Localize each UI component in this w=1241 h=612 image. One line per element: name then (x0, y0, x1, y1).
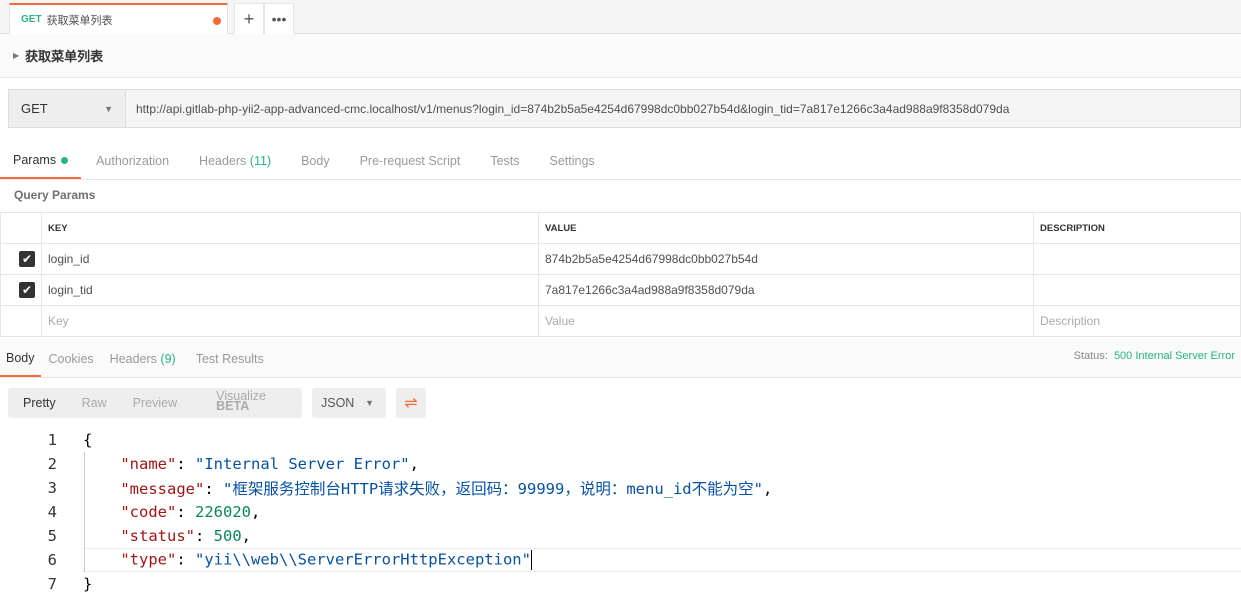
url-input[interactable]: http://api.gitlab-php-yii2-app-advanced-… (126, 90, 1240, 127)
tab-label: Headers (199, 154, 247, 168)
table-row: ✔ login_id 874b2b5a5e4254d67998dc0bb027b… (0, 243, 1241, 275)
status-dot-icon (61, 156, 69, 164)
tab-label: Headers (109, 351, 157, 366)
chevron-down-icon: ▼ (104, 103, 113, 114)
status-label: Status: (1073, 350, 1108, 362)
wrap-icon: ⇌ (404, 395, 418, 412)
tab-settings[interactable]: Settings (535, 143, 610, 179)
beta-badge: BETA (216, 399, 250, 413)
col-description: DESCRIPTION (1033, 212, 1241, 244)
new-tab-button[interactable]: + (234, 3, 264, 34)
checkbox[interactable]: ✔ (19, 251, 35, 267)
text-cursor (530, 550, 532, 570)
chevron-down-icon: ▼ (365, 398, 374, 408)
tab-prerequest-script[interactable]: Pre-request Script (345, 143, 476, 179)
tab-test-results[interactable]: Test Results (184, 340, 272, 377)
param-value[interactable]: 7a817e1266c3a4ad988a9f8358d079da (538, 274, 1034, 306)
request-title: 获取菜单列表 (25, 49, 104, 64)
param-description[interactable] (1033, 274, 1241, 306)
wrap-lines-button[interactable]: ⇌ (396, 388, 426, 418)
tab-tests[interactable]: Tests (475, 143, 534, 179)
method-select[interactable]: GET ▼ (9, 90, 126, 127)
ellipsis-icon: ••• (271, 11, 287, 27)
query-params-label: Query Params (14, 188, 96, 202)
response-tabs: Body Cookies Headers (9) Test Results (0, 340, 1241, 378)
format-value: JSON (321, 396, 355, 410)
request-tabs: Params Authorization Headers (11) Body P… (0, 143, 1241, 180)
param-description[interactable] (1033, 243, 1241, 275)
tab-params[interactable]: Params (0, 143, 82, 179)
code-line: 1{ (47, 431, 93, 449)
request-title-row[interactable]: ▶ 获取菜单列表 (0, 34, 1241, 78)
param-value[interactable]: 874b2b5a5e4254d67998dc0bb027b54d (538, 243, 1034, 275)
tab-method: GET (21, 14, 42, 25)
tab-response-headers[interactable]: Headers (9) (102, 340, 184, 377)
params-table: KEY VALUE DESCRIPTION ✔ login_id 874b2b5… (0, 212, 1241, 337)
view-preview[interactable]: Preview (120, 396, 190, 410)
view-pretty[interactable]: Pretty (8, 396, 69, 410)
response-status: Status: 500 Internal Server Error (1074, 350, 1235, 362)
tab-name: 获取菜单列表 (46, 14, 113, 27)
param-key[interactable]: login_id (41, 243, 539, 275)
view-mode-selector: Pretty Raw Preview Visualize BETA (8, 388, 302, 418)
table-row: ✔ login_tid 7a817e1266c3a4ad988a9f8358d0… (0, 274, 1241, 306)
tab-body[interactable]: Body (286, 143, 345, 179)
code-line: 5 "status": 500, (47, 527, 251, 545)
tab-response-body[interactable]: Body (0, 340, 41, 377)
status-value: 500 Internal Server Error (1113, 350, 1235, 362)
tab-headers[interactable]: Headers (11) (184, 143, 286, 179)
code-line: 3 "message": "框架服务控制台HTTP请求失败，返回码：99999，… (47, 479, 773, 498)
tab-cookies[interactable]: Cookies (41, 340, 102, 377)
headers-count: (9) (160, 351, 176, 366)
table-header: KEY VALUE DESCRIPTION (0, 212, 1241, 244)
more-tabs-button[interactable]: ••• (264, 3, 294, 34)
table-row-new: Key Value Description (0, 305, 1241, 337)
col-value: VALUE (538, 212, 1034, 244)
request-tab[interactable]: GET 获取菜单列表 (9, 3, 228, 34)
tab-label: Params (13, 153, 57, 167)
code-line: 7} (47, 575, 93, 593)
code-line: 2 "name": "Internal Server Error", (47, 455, 419, 473)
headers-count: (11) (249, 154, 272, 168)
param-key[interactable]: login_tid (41, 274, 539, 306)
response-body-editor[interactable]: 1{ 2 "name": "Internal Server Error", 3 … (0, 428, 773, 596)
url-bar: GET ▼ http://api.gitlab-php-yii2-app-adva… (8, 89, 1241, 128)
plus-icon: + (243, 8, 255, 29)
code-line: 4 "code": 226020, (47, 503, 261, 521)
view-visualize[interactable]: Visualize BETA (190, 389, 302, 417)
col-key: KEY (41, 212, 539, 244)
key-input[interactable]: Key (41, 305, 539, 337)
value-input[interactable]: Value (538, 305, 1034, 337)
description-input[interactable]: Description (1033, 305, 1241, 337)
checkbox[interactable]: ✔ (19, 282, 35, 298)
code-line: 6 "type": "yii\\web\\ServerErrorHttpExce… (47, 550, 532, 570)
tab-authorization[interactable]: Authorization (81, 143, 184, 179)
unsaved-dot-icon (213, 17, 221, 25)
method-value: GET (21, 101, 48, 116)
view-raw[interactable]: Raw (69, 396, 120, 410)
caret-right-icon: ▶ (13, 51, 20, 60)
format-select[interactable]: JSON ▼ (312, 388, 386, 418)
